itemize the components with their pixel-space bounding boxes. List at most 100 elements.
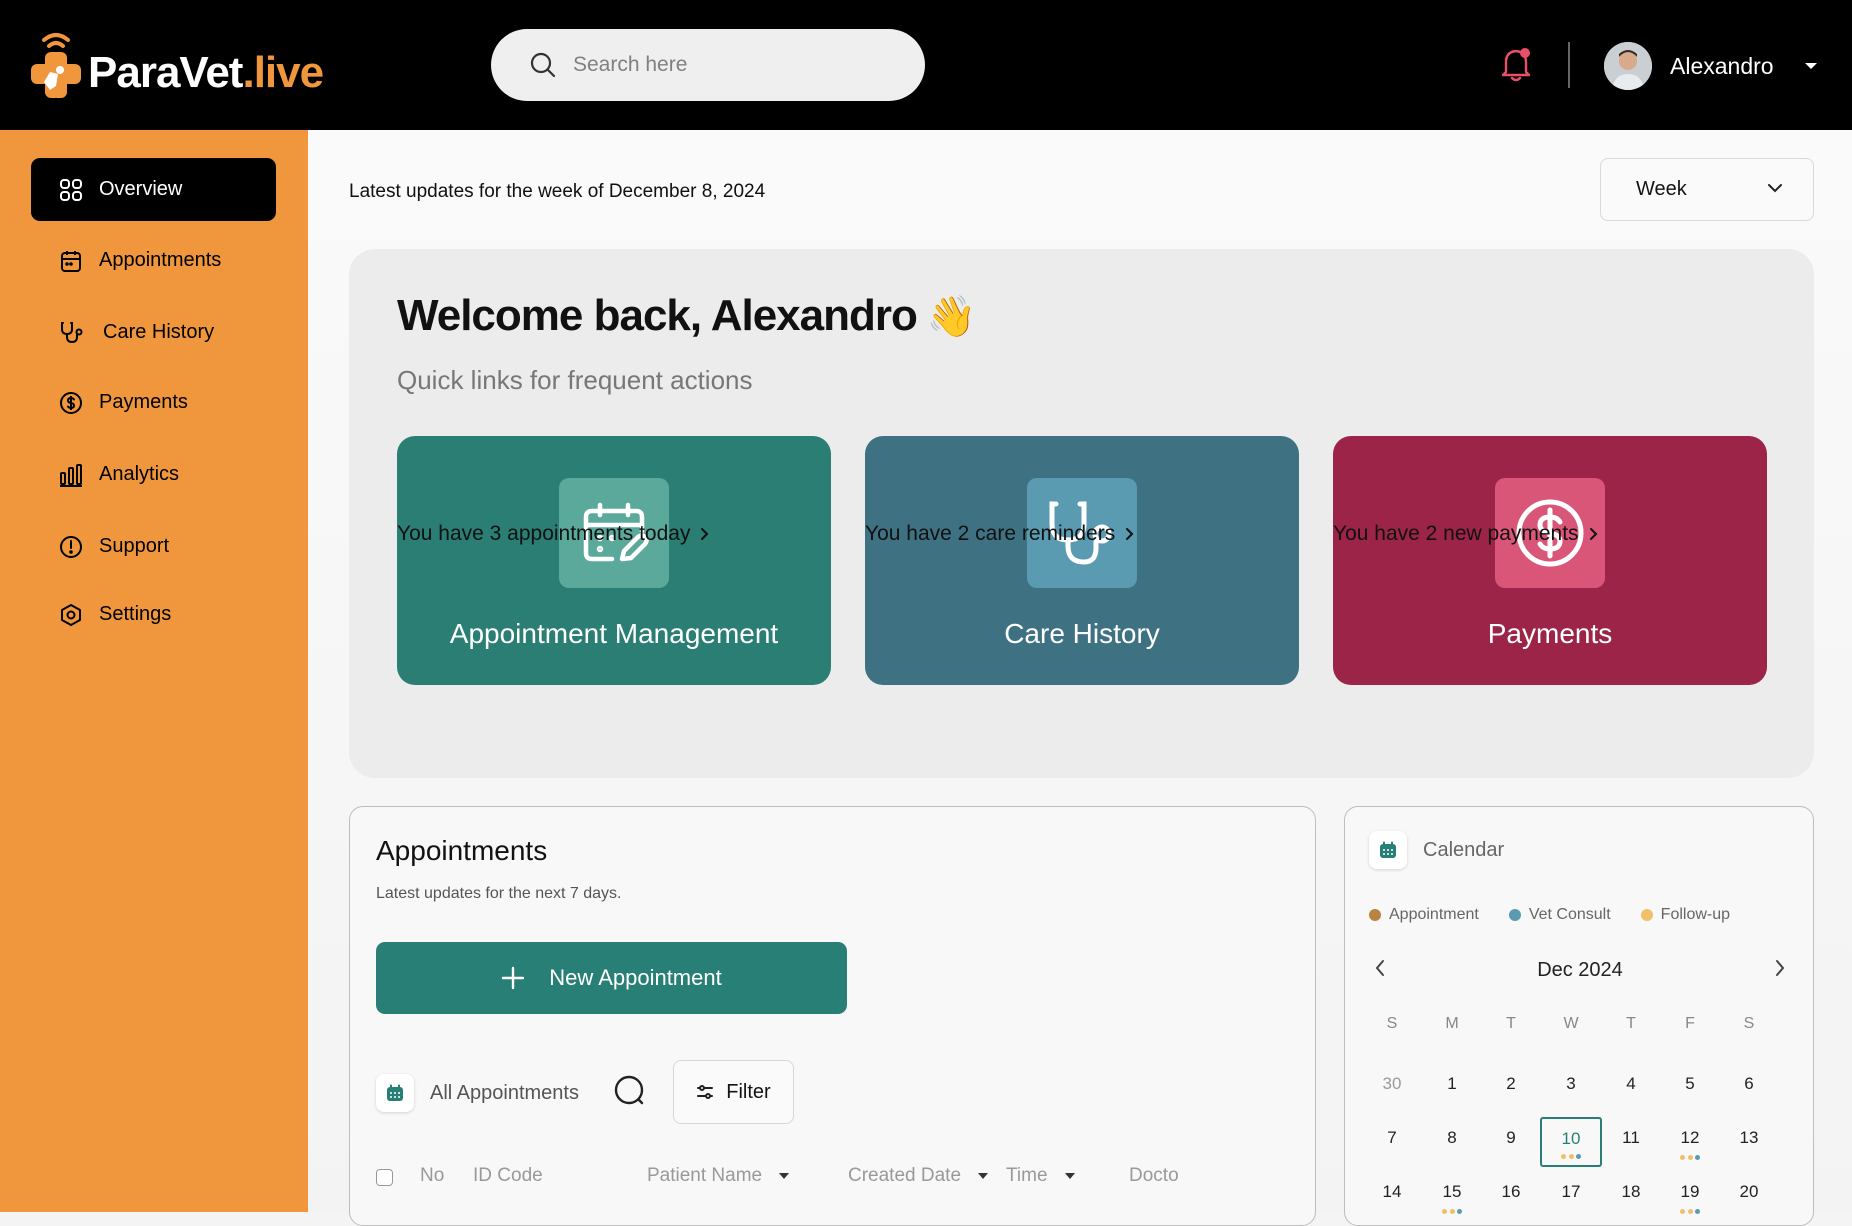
chevron-right-icon — [1126, 528, 1134, 540]
event-dot — [1561, 1154, 1567, 1159]
search-icon[interactable] — [612, 1073, 648, 1109]
sidebar-item-support[interactable]: Support — [31, 515, 276, 578]
quick-link-payments[interactable]: Payments — [1333, 436, 1767, 685]
column-header-patient-name[interactable]: Patient Name — [647, 1165, 790, 1187]
legend-dot — [1369, 909, 1381, 921]
quick-link-label: Appointment Management — [449, 618, 779, 649]
sidebar-item-settings[interactable]: Settings — [31, 583, 276, 646]
dollar-icon — [60, 391, 82, 414]
column-label: Time — [1006, 1165, 1048, 1186]
quick-link-appointment-management[interactable]: Appointment Management — [397, 436, 831, 685]
calendar-title: Calendar — [1423, 838, 1505, 861]
calendar-icon — [61, 250, 81, 272]
period-select[interactable]: Week — [1600, 158, 1814, 221]
appointments-subtitle: Latest updates for the next 7 days. — [376, 885, 622, 902]
calendar-header: Calendar — [1369, 831, 1504, 869]
column-label: Created Date — [848, 1165, 962, 1186]
sidebar-item-label: Overview — [99, 178, 183, 200]
search-input[interactable] — [573, 53, 893, 77]
new-payments-link[interactable]: You have 2 new payments — [1333, 522, 1599, 546]
alert-circle-icon — [60, 535, 82, 558]
care-reminders-link[interactable]: You have 2 care reminders — [865, 522, 1135, 546]
weekday-label: M — [1445, 1015, 1459, 1032]
event-dot — [1694, 1155, 1700, 1160]
all-appointments-tab[interactable]: All Appointments — [376, 1074, 579, 1112]
calendar-day[interactable]: 18 — [1611, 1172, 1651, 1220]
weekday-label: S — [1743, 1015, 1755, 1032]
column-label: ID Code — [473, 1165, 543, 1186]
calendar-day[interactable]: 10 — [1540, 1117, 1602, 1167]
calendar-day[interactable]: 17 — [1551, 1172, 1591, 1220]
quick-link-text: You have 2 new payments — [1333, 522, 1579, 545]
calendar-day[interactable]: 1 — [1432, 1064, 1472, 1112]
period-select-value: Week — [1636, 178, 1687, 200]
calendar-day[interactable]: 14 — [1372, 1172, 1412, 1220]
calendar-panel: Calendar Appointment Vet Consult Follow-… — [1344, 806, 1814, 1226]
calendar-day[interactable]: 20 — [1729, 1172, 1769, 1220]
filter-label: Filter — [726, 1080, 771, 1103]
calendar-day[interactable]: 8 — [1432, 1118, 1472, 1166]
weekday-label: T — [1506, 1015, 1516, 1032]
sidebar-item-label: Care History — [103, 321, 215, 343]
legend-label: Follow-up — [1660, 906, 1731, 923]
user-menu[interactable]: Alexandro — [1604, 42, 1818, 90]
calendar-day[interactable]: 12 — [1670, 1118, 1710, 1166]
chevron-right-icon[interactable] — [1773, 957, 1787, 979]
stethoscope-icon — [61, 321, 83, 343]
calendar-day[interactable]: 19 — [1670, 1172, 1710, 1220]
appointments-panel: Appointments Latest updates for the next… — [349, 806, 1316, 1226]
column-header-id-code[interactable]: ID Code — [473, 1165, 543, 1187]
calendar-day[interactable]: 30 — [1372, 1064, 1412, 1112]
chevron-down-icon — [1768, 184, 1782, 193]
chevron-right-icon — [701, 528, 709, 540]
calendar-day[interactable]: 13 — [1729, 1118, 1769, 1166]
sidebar-item-care-history[interactable]: Care History — [31, 301, 276, 364]
brand-logo[interactable]: ParaVet.live — [28, 30, 324, 102]
column-label: Docto — [1129, 1165, 1179, 1186]
calendar-day[interactable]: 11 — [1611, 1118, 1651, 1166]
all-appointments-label: All Appointments — [430, 1081, 579, 1104]
filter-button[interactable]: Filter — [673, 1060, 794, 1124]
calendar-day[interactable]: 7 — [1372, 1118, 1412, 1166]
calendar-day[interactable]: 9 — [1491, 1118, 1531, 1166]
appointments-today-link[interactable]: You have 3 appointments today — [397, 522, 710, 546]
column-header-doctor[interactable]: Docto — [1129, 1165, 1179, 1187]
caret-down-icon[interactable] — [1804, 61, 1818, 71]
column-header-no[interactable]: No — [420, 1165, 444, 1187]
calendar-day[interactable]: 15 — [1432, 1172, 1472, 1220]
calendar-day[interactable]: 5 — [1670, 1064, 1710, 1112]
calendar-day[interactable]: 4 — [1611, 1064, 1651, 1112]
event-dot — [1575, 1154, 1581, 1159]
calendar-icon — [376, 1074, 414, 1112]
top-bar: ParaVet.live Alexandro — [0, 0, 1852, 130]
calendar-day[interactable]: 3 — [1551, 1064, 1591, 1112]
welcome-title: Welcome back, Alexandro 👋 — [397, 291, 977, 341]
calendar-day[interactable]: 2 — [1491, 1064, 1531, 1112]
plus-icon — [502, 966, 525, 990]
chevron-right-icon — [1589, 528, 1597, 540]
sidebar-item-analytics[interactable]: Analytics — [31, 443, 276, 506]
column-header-time[interactable]: Time — [1006, 1165, 1076, 1187]
column-label: No — [420, 1165, 445, 1186]
sidebar-item-overview[interactable]: Overview — [31, 158, 276, 221]
sidebar-item-label: Analytics — [99, 463, 180, 485]
column-label: Patient Name — [647, 1165, 763, 1186]
sidebar-item-payments[interactable]: Payments — [31, 371, 276, 434]
waving-hand-emoji: 👋 — [926, 294, 977, 339]
calendar-day[interactable]: 6 — [1729, 1064, 1769, 1112]
calendar-day[interactable]: 16 — [1491, 1172, 1531, 1220]
event-dots — [1670, 1155, 1710, 1160]
grid-icon — [60, 178, 82, 201]
quick-link-care-history[interactable]: Care History — [865, 436, 1299, 685]
weekday-label: F — [1685, 1015, 1695, 1032]
select-all-checkbox[interactable] — [376, 1169, 393, 1186]
header-divider — [1568, 42, 1570, 88]
column-header-created-date[interactable]: Created Date — [848, 1165, 989, 1187]
welcome-title-text: Welcome back, Alexandro — [397, 291, 918, 340]
new-appointment-button[interactable]: New Appointment — [376, 942, 847, 1014]
sidebar-item-appointments[interactable]: Appointments — [31, 229, 276, 292]
calendar-icon — [1369, 831, 1407, 869]
notification-bell-icon[interactable] — [1500, 46, 1534, 82]
search-bar[interactable] — [491, 29, 925, 101]
quick-link-label: Care History — [1004, 618, 1160, 649]
